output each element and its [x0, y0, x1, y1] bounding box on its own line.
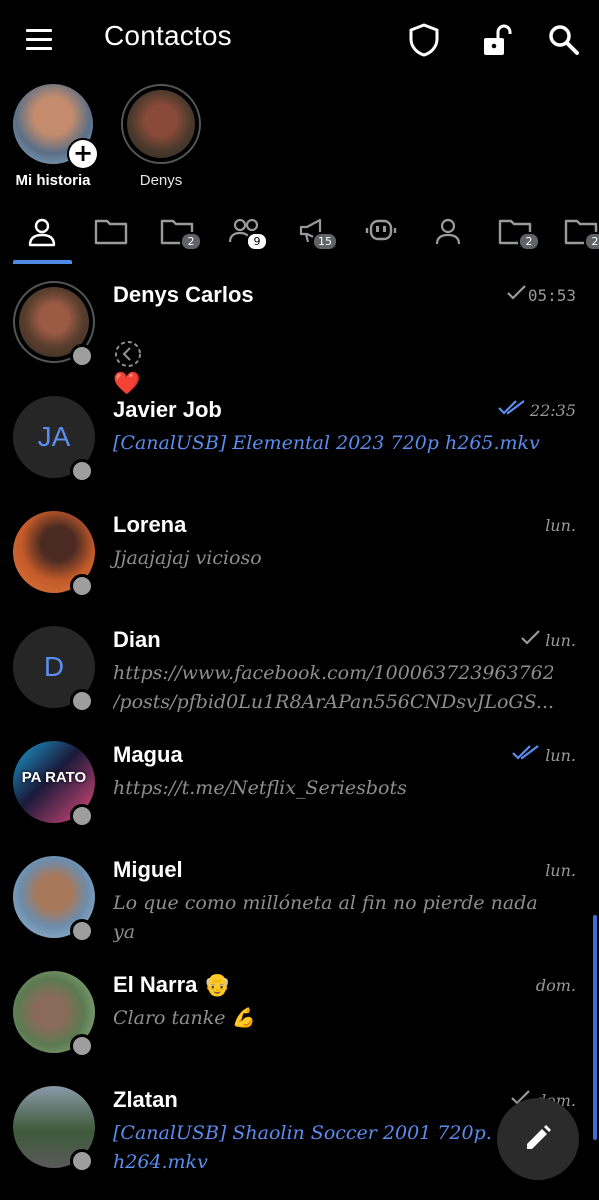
- chat-row[interactable]: Lorena lun. Jjaajajaj vicioso: [0, 500, 599, 614]
- chat-row[interactable]: D Dian lun. https://www.facebook.com/100…: [0, 615, 599, 729]
- selected-tab-indicator: [13, 260, 72, 264]
- double-check-icon: [512, 745, 539, 760]
- single-check-icon: [521, 630, 540, 645]
- add-story-icon[interactable]: +: [67, 138, 99, 170]
- avatar-logo-text: PA RATO: [21, 769, 87, 786]
- avatar: [121, 84, 201, 164]
- chat-preview: Claro tanke 💪: [113, 1007, 256, 1029]
- status-dot: [70, 574, 94, 598]
- unread-badge: 2: [584, 232, 599, 251]
- chat-row[interactable]: PA RATO Magua lun. https://t.me/Netflix_…: [0, 730, 599, 844]
- bot-icon: [365, 219, 397, 241]
- status-dot: [70, 1034, 94, 1058]
- unlocked-padlock-icon[interactable]: [478, 22, 514, 58]
- chat-preview: https://www.facebook.com/100063723963762…: [113, 662, 553, 713]
- page-title: Contactos: [104, 20, 232, 51]
- search-icon[interactable]: [546, 22, 582, 58]
- tab-folder-2[interactable]: 2: [148, 212, 204, 262]
- chat-preview: Lo que como millóneta al fin no pierde n…: [113, 892, 538, 943]
- tab-groups[interactable]: 9: [216, 212, 272, 262]
- avatar: +: [13, 84, 99, 170]
- unread-badge: 9: [246, 232, 268, 251]
- chat-preview[interactable]: [CanalUSB] Elemental 2023 720p h265.mkv: [113, 429, 553, 458]
- chat-name: Denys Carlos: [113, 282, 254, 307]
- chat-name: Magua: [113, 742, 183, 767]
- chat-preview: Jjaajajaj vicioso: [113, 547, 262, 569]
- chat-time: lun.: [545, 746, 576, 765]
- tab-contacts[interactable]: [14, 212, 70, 262]
- scrollbar[interactable]: [593, 915, 597, 1140]
- status-dot: [70, 459, 94, 483]
- chat-name: Zlatan: [113, 1087, 178, 1112]
- chat-row[interactable]: JA Javier Job 22:35 [CanalUSB] Elemental…: [0, 385, 599, 499]
- unread-badge: 2: [518, 232, 540, 251]
- stories-row: + Mi historia Denys: [0, 84, 599, 194]
- chat-time: 22:35: [529, 401, 576, 420]
- chat-name: Lorena: [113, 512, 187, 537]
- chat-name: El Narra 👴: [113, 972, 231, 997]
- tab-channels[interactable]: 15: [286, 212, 342, 262]
- chat-row[interactable]: Denys Carlos 05:53 ❤️: [0, 270, 599, 397]
- story-denys[interactable]: Denys: [106, 84, 216, 189]
- compose-button[interactable]: [497, 1098, 579, 1180]
- chat-time: lun.: [545, 516, 576, 535]
- double-check-icon: [498, 400, 525, 415]
- folder-tabs: 2 9 15 2 2: [0, 212, 599, 266]
- pencil-icon: [527, 1125, 551, 1149]
- chat-row[interactable]: El Narra 👴 dom. Claro tanke 💪: [0, 960, 599, 1074]
- tab-folder-4[interactable]: 2: [552, 212, 599, 262]
- chat-name: Dian: [113, 627, 161, 652]
- person-icon: [435, 218, 461, 245]
- chat-preview: https://t.me/Netflix_Seriesbots: [113, 777, 407, 799]
- person-icon: [28, 218, 56, 247]
- chat-preview[interactable]: [CanalUSB] Shaolin Soccer 2001 720p. Blu…: [113, 1119, 553, 1177]
- tab-bots[interactable]: [352, 212, 408, 262]
- status-dot: [70, 804, 94, 828]
- story-label: Denys: [139, 172, 183, 189]
- chat-time: 05:53: [527, 286, 576, 305]
- chat-name: Javier Job: [113, 397, 222, 422]
- chat-time: lun.: [545, 861, 576, 880]
- forwarded-story-icon: [115, 341, 141, 367]
- status-dot: [70, 689, 94, 713]
- shield-icon[interactable]: [406, 22, 442, 58]
- unread-badge: 2: [180, 232, 202, 251]
- chat-row[interactable]: Miguel lun. Lo que como millóneta al fin…: [0, 845, 599, 959]
- status-dot: [70, 919, 94, 943]
- tab-contacts-2[interactable]: [420, 212, 476, 262]
- menu-icon[interactable]: [26, 29, 52, 51]
- chat-name: Miguel: [113, 857, 183, 882]
- status-dot: [70, 344, 94, 368]
- story-my-story[interactable]: + Mi historia: [0, 84, 108, 189]
- single-check-icon: [507, 285, 526, 300]
- unread-badge: 15: [312, 232, 338, 251]
- tab-folder-3[interactable]: 2: [486, 212, 542, 262]
- status-dot: [70, 1149, 94, 1173]
- story-label: Mi historia: [15, 172, 91, 189]
- top-app-bar: Contactos: [0, 0, 599, 82]
- folder-icon: [94, 219, 128, 245]
- chat-time: dom.: [535, 976, 576, 995]
- tab-folder-1[interactable]: [82, 212, 138, 262]
- chat-time: lun.: [545, 631, 576, 650]
